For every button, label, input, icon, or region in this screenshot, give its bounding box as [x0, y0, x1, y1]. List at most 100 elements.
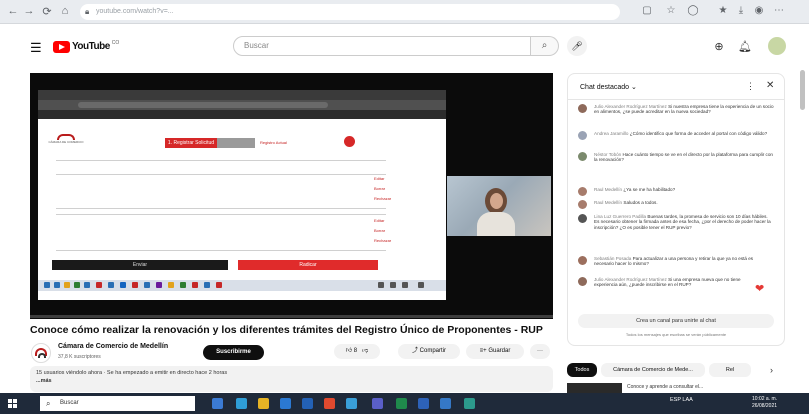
- chat-message: Julio Alexander Rodríguez Martínez Si nu…: [578, 104, 774, 130]
- page-scrollbar[interactable]: [800, 70, 805, 110]
- chat-avatar: [578, 277, 587, 286]
- chat-avatar: [578, 214, 587, 223]
- heart-icon[interactable]: ❤: [755, 282, 764, 295]
- system-tray[interactable]: ESP LAA: [670, 397, 693, 403]
- youtube-play-icon: [53, 40, 70, 53]
- address-bar[interactable]: 🔒︎ youtube.com/watch?v=...: [80, 4, 620, 20]
- inner-table-row: [56, 208, 386, 209]
- favorites-icon[interactable]: ★: [716, 5, 730, 16]
- clock-time: 10:02 a. m.: [752, 396, 778, 402]
- inner-url: [78, 102, 328, 108]
- subscriber-count: 37,8 K suscriptores: [58, 354, 101, 360]
- chat-author: Néstor Tobón: [594, 152, 622, 157]
- chip-related[interactable]: Rel: [709, 363, 751, 377]
- explorer-icon[interactable]: [258, 398, 269, 409]
- inner-action-reject: Rechazar: [374, 196, 392, 201]
- browser-toolbar: ← → ⟳ ⌂ 🔒︎ youtube.com/watch?v=... ▢ ☆ ◯…: [0, 0, 809, 24]
- chat-message: Andrea Jaramillo ¿Cómo identifico que fo…: [578, 131, 774, 145]
- youtube-logo[interactable]: YouTube CO: [53, 40, 119, 53]
- outlook-icon[interactable]: [440, 398, 451, 409]
- store-icon[interactable]: [280, 398, 291, 409]
- search-icon: ⌕: [541, 40, 548, 51]
- excel-icon[interactable]: [396, 398, 407, 409]
- mail-icon[interactable]: [302, 398, 313, 409]
- description-box[interactable]: 15 usuarios viéndolo ahora · Se ha empez…: [30, 366, 553, 392]
- subscribe-button[interactable]: Suscribirme: [203, 345, 264, 360]
- address-bar-text: youtube.com/watch?v=...: [96, 8, 174, 15]
- inner-action-edit: Editar: [374, 218, 385, 223]
- related-thumbnail[interactable]: [567, 383, 622, 393]
- windows-taskbar: ⌕ Buscar ESP LAA 10:02 a. m. 26/08/2021: [0, 393, 809, 414]
- chat-author: Raul Medellín: [594, 200, 623, 205]
- chat-mode-selector[interactable]: Chat destacado ⌄: [580, 83, 637, 91]
- inner-red-button: Radicar: [238, 260, 378, 270]
- inner-black-button: Enviar: [52, 260, 228, 270]
- description-meta: 15 usuarios viéndolo ahora · Se ha empez…: [36, 370, 228, 376]
- task-view-icon[interactable]: [212, 398, 223, 409]
- chat-avatar: [578, 256, 587, 265]
- chat-header: Chat destacado ⌄ ⋮ ✕: [568, 74, 784, 100]
- more-vert-icon[interactable]: ⋮: [746, 81, 755, 92]
- create-icon[interactable]: ⊕: [712, 40, 726, 53]
- collections-icon[interactable]: ◯: [686, 5, 700, 16]
- inner-action-edit: Editar: [374, 176, 385, 181]
- inner-grey-tab: [217, 138, 255, 148]
- chat-text: ¿Ya se me ha habilitado?: [623, 187, 676, 192]
- edge-icon[interactable]: [236, 398, 247, 409]
- live-chat-panel: Chat destacado ⌄ ⋮ ✕ Julio Alexander Rod…: [567, 73, 785, 346]
- more-button[interactable]: ···: [530, 344, 550, 359]
- home-icon[interactable]: ⌂: [58, 5, 72, 17]
- chat-avatar: [578, 152, 587, 161]
- app-icon-2[interactable]: [464, 398, 475, 409]
- download-icon[interactable]: ⤓: [734, 5, 748, 16]
- inner-table-header: [56, 160, 386, 161]
- logo-text: YouTube: [72, 41, 110, 52]
- chevron-right-icon[interactable]: ›: [770, 365, 773, 375]
- app-icon[interactable]: [372, 398, 383, 409]
- settings-icon[interactable]: ⋯: [772, 5, 786, 16]
- channel-name[interactable]: Cámara de Comercio de Medellín: [58, 343, 168, 350]
- extension-icon[interactable]: ▢: [640, 5, 654, 16]
- thumbs-up-icon: 👍︎: [345, 348, 353, 354]
- chat-author: Lina Luz Guerrero Padilla: [594, 214, 647, 219]
- search-input[interactable]: Buscar: [233, 36, 531, 56]
- channel-avatar[interactable]: [31, 343, 51, 363]
- chat-avatar: [578, 131, 587, 140]
- profile-icon[interactable]: ◉: [752, 5, 766, 16]
- create-channel-button[interactable]: Crea un canal para unirte al chat: [578, 314, 774, 328]
- back-icon[interactable]: ←: [6, 5, 20, 17]
- bell-icon[interactable]: 🔔︎: [738, 40, 752, 53]
- forward-icon[interactable]: →: [22, 5, 36, 17]
- taskbar-search-input[interactable]: ⌕ Buscar: [40, 396, 195, 411]
- related-title[interactable]: Conoce y aprende a consultar el...: [627, 384, 703, 390]
- inner-close-icon: [344, 136, 355, 147]
- chat-message: Lina Luz Guerrero Padilla Buenas tardes,…: [578, 214, 774, 252]
- chrome-icon[interactable]: [324, 398, 335, 409]
- like-button[interactable]: 👍︎ 8 👎︎: [334, 344, 380, 359]
- chat-message: Raul Medellín ¿Ya se me ha habilitado?: [578, 187, 774, 196]
- word-icon[interactable]: [418, 398, 429, 409]
- close-icon[interactable]: ✕: [766, 80, 774, 91]
- reload-icon[interactable]: ⟳: [40, 5, 54, 18]
- webcam-overlay: [447, 176, 551, 236]
- voice-search-button[interactable]: 🎤︎: [567, 36, 587, 56]
- video-progress-bar[interactable]: [30, 315, 553, 318]
- taskbar-clock[interactable]: 10:02 a. m. 26/08/2021: [752, 396, 777, 410]
- logo-country: CO: [111, 40, 120, 46]
- description-more[interactable]: ...más: [36, 378, 547, 384]
- taskbar-search-placeholder: Buscar: [60, 400, 79, 406]
- chip-channel[interactable]: Cámara de Comercio de Mede...: [601, 363, 705, 377]
- teams-icon[interactable]: [346, 398, 357, 409]
- windows-start-icon[interactable]: [8, 399, 17, 408]
- star-icon[interactable]: ☆: [664, 5, 678, 16]
- share-button[interactable]: ⤴ Compartir: [398, 344, 460, 359]
- menu-icon[interactable]: ☰: [30, 40, 42, 56]
- avatar[interactable]: [768, 37, 786, 55]
- inner-table-row: [56, 250, 386, 251]
- chip-all[interactable]: Todos: [567, 363, 597, 377]
- search-button[interactable]: ⌕: [531, 36, 559, 56]
- chevron-down-icon: ⌄: [631, 84, 637, 91]
- inner-taskbar: [38, 280, 446, 291]
- save-button[interactable]: ≡+ Guardar: [466, 344, 524, 359]
- chat-title: Chat destacado: [580, 84, 630, 91]
